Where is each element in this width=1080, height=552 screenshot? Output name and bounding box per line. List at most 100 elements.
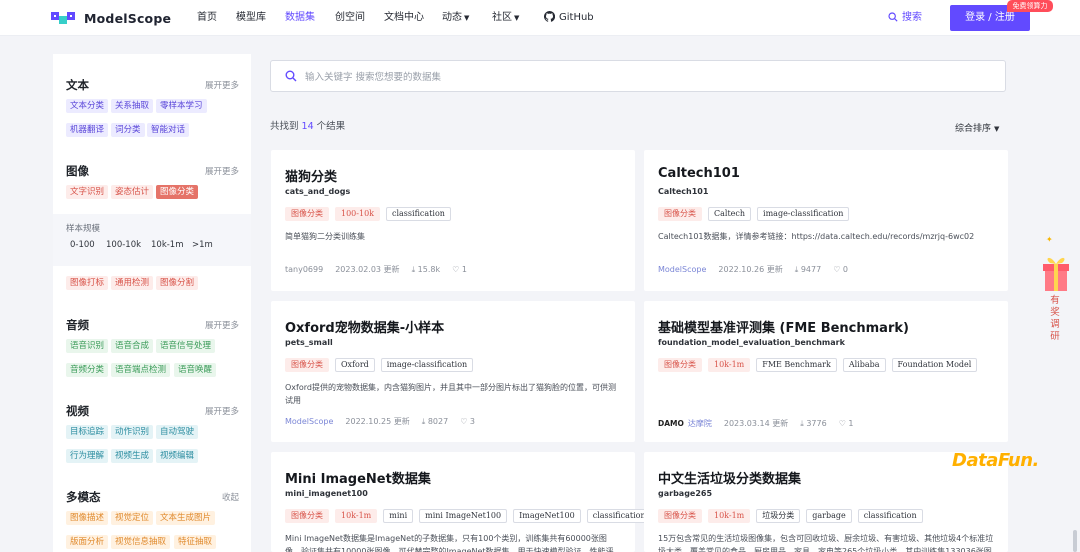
sample-size-1m-plus[interactable]: >1m [192, 240, 213, 250]
dataset-author[interactable]: 达摩院 [688, 418, 712, 429]
dataset-tag[interactable]: 10k-1m [708, 509, 751, 523]
dataset-card[interactable]: Oxford宠物数据集-小样本 pets_small 图像分类 Oxford i… [271, 301, 635, 442]
sample-size-0-100[interactable]: 0-100 [70, 240, 95, 250]
dataset-tag[interactable]: 图像分类 [658, 207, 702, 221]
dataset-title[interactable]: 中文生活垃圾分类数据集 [658, 468, 801, 487]
dataset-title[interactable]: Mini ImageNet数据集 [285, 468, 431, 487]
page-scrollbar[interactable] [1073, 530, 1077, 552]
tag-text-to-image[interactable]: 文本生成图片 [156, 511, 216, 525]
dataset-title[interactable]: Oxford宠物数据集-小样本 [285, 317, 444, 336]
tag-video-generation[interactable]: 视频生成 [111, 449, 154, 463]
like-count[interactable]: 1 [452, 265, 467, 274]
tag-speech-signal[interactable]: 语音信号处理 [156, 339, 216, 353]
dataset-tag[interactable]: Oxford [335, 358, 375, 372]
expand-more-audio[interactable]: 展开更多 [205, 319, 239, 331]
free-compute-badge[interactable]: 免费领算力 [1007, 0, 1053, 12]
tag-visual-info-extraction[interactable]: 视觉信息抽取 [111, 535, 171, 549]
dataset-card[interactable]: 基础模型基准评测集 (FME Benchmark) foundation_mod… [644, 301, 1008, 442]
nav-home[interactable]: 首页 [197, 0, 217, 36]
nav-models[interactable]: 模型库 [236, 0, 266, 36]
dataset-tag[interactable]: Alibaba [842, 358, 886, 372]
tag-pose-estimation[interactable]: 姿态估计 [111, 185, 154, 199]
dataset-tag[interactable]: classification [386, 207, 451, 221]
dataset-title[interactable]: 猫狗分类 [285, 166, 337, 185]
dataset-tag[interactable]: ImageNet100 [513, 509, 581, 523]
dataset-tag[interactable]: 图像分类 [285, 509, 329, 523]
tag-image-caption[interactable]: 图像描述 [66, 511, 109, 525]
tag-visual-grounding[interactable]: 视觉定位 [111, 511, 154, 525]
like-count[interactable]: 3 [460, 417, 475, 426]
tag-text-classification[interactable]: 文本分类 [66, 99, 109, 113]
tag-layout-analysis[interactable]: 版面分析 [66, 535, 109, 549]
dataset-tag[interactable]: 100-10k [335, 207, 380, 221]
dataset-tag[interactable]: classification [857, 509, 923, 523]
nav-docs[interactable]: 文档中心 [384, 0, 424, 36]
tag-audio-classification[interactable]: 音频分类 [66, 363, 109, 377]
dataset-card[interactable]: 猫狗分类 cats_and_dogs 图像分类 100-10k classifi… [271, 150, 635, 291]
tag-autonomous-driving[interactable]: 自动驾驶 [156, 425, 199, 439]
dataset-card[interactable]: Caltech101 Caltech101 图像分类 Caltech image… [644, 150, 1008, 291]
collapse-multimodal[interactable]: 收起 [222, 491, 239, 503]
tag-general-detection[interactable]: 通用检测 [111, 276, 154, 290]
tag-action-recognition[interactable]: 动作识别 [111, 425, 154, 439]
dataset-tag[interactable]: FME Benchmark [756, 358, 837, 372]
tag-zero-shot[interactable]: 零样本学习 [156, 99, 207, 113]
modelscope-logo[interactable]: ModelScope [50, 9, 171, 27]
dataset-tag[interactable]: 图像分类 [658, 358, 702, 372]
dataset-tag[interactable]: Foundation Model [891, 358, 978, 372]
survey-label[interactable]: 有奖调研 [1049, 295, 1061, 343]
dataset-search-box[interactable] [270, 60, 1006, 92]
dataset-id: cats_and_dogs [285, 187, 351, 196]
tag-wake-word[interactable]: 语音唤醒 [174, 363, 217, 377]
tag-dialogue[interactable]: 智能对话 [147, 123, 190, 137]
tag-image-tagging[interactable]: 图像打标 [66, 276, 109, 290]
dataset-search-input[interactable] [305, 68, 905, 86]
like-count[interactable]: 1 [839, 419, 853, 428]
like-count[interactable]: 0 [833, 265, 848, 274]
dataset-tag[interactable]: 图像分类 [285, 358, 329, 372]
nav-community[interactable]: 社区 ▼ [492, 0, 519, 36]
dataset-tag[interactable]: image-classification [380, 358, 474, 372]
sort-dropdown[interactable]: 综合排序 ▼ [955, 121, 999, 134]
nav-datasets[interactable]: 数据集 [285, 0, 315, 36]
tag-machine-translation[interactable]: 机器翻译 [66, 123, 109, 137]
expand-more-text[interactable]: 展开更多 [205, 79, 239, 91]
dataset-card[interactable]: Mini ImageNet数据集 mini_imagenet100 图像分类 1… [271, 452, 652, 552]
tag-ocr[interactable]: 文字识别 [66, 185, 109, 199]
dataset-author[interactable]: ModelScope [285, 417, 333, 426]
tag-tts[interactable]: 语音合成 [111, 339, 154, 353]
dataset-tag[interactable]: Caltech [708, 207, 752, 221]
dataset-tag[interactable]: garbage [806, 509, 852, 523]
tag-behavior-understanding[interactable]: 行为理解 [66, 449, 109, 463]
dataset-tag[interactable]: 图像分类 [658, 509, 702, 523]
tag-object-tracking[interactable]: 目标追踪 [66, 425, 109, 439]
dataset-tag[interactable]: mini [383, 509, 414, 523]
dataset-tag[interactable]: mini ImageNet100 [419, 509, 508, 523]
tag-vad[interactable]: 语音端点检测 [111, 363, 171, 377]
tag-image-segmentation[interactable]: 图像分割 [156, 276, 199, 290]
tag-asr[interactable]: 语音识别 [66, 339, 109, 353]
tag-relation-extraction[interactable]: 关系抽取 [111, 99, 154, 113]
dataset-author[interactable]: tany0699 [285, 265, 323, 274]
tag-word-classification[interactable]: 词分类 [111, 123, 145, 137]
nav-studio[interactable]: 创空间 [335, 0, 365, 36]
expand-more-image[interactable]: 展开更多 [205, 165, 239, 177]
dataset-tag[interactable]: classification [586, 509, 652, 523]
tag-image-classification-active[interactable]: 图像分类 [156, 185, 199, 199]
dataset-tag[interactable]: 10k-1m [335, 509, 378, 523]
dataset-tag[interactable]: image-classification [757, 207, 850, 221]
dataset-tag[interactable]: 图像分类 [285, 207, 329, 221]
dataset-tag[interactable]: 垃圾分类 [756, 509, 801, 523]
sample-size-10k-1m[interactable]: 10k-1m [151, 240, 184, 250]
dataset-title[interactable]: Caltech101 [658, 166, 740, 181]
dataset-author[interactable]: ModelScope [658, 265, 706, 274]
tag-feature-extraction[interactable]: 特征抽取 [174, 535, 217, 549]
nav-news[interactable]: 动态 ▼ [442, 0, 469, 36]
dataset-title[interactable]: 基础模型基准评测集 (FME Benchmark) [658, 317, 909, 336]
nav-search[interactable]: 搜索 [888, 0, 922, 36]
expand-more-video[interactable]: 展开更多 [205, 405, 239, 417]
tag-video-editing[interactable]: 视频编辑 [156, 449, 199, 463]
sample-size-100-10k[interactable]: 100-10k [106, 240, 141, 250]
nav-github[interactable]: GitHub [543, 0, 594, 36]
dataset-tag[interactable]: 10k-1m [708, 358, 751, 372]
